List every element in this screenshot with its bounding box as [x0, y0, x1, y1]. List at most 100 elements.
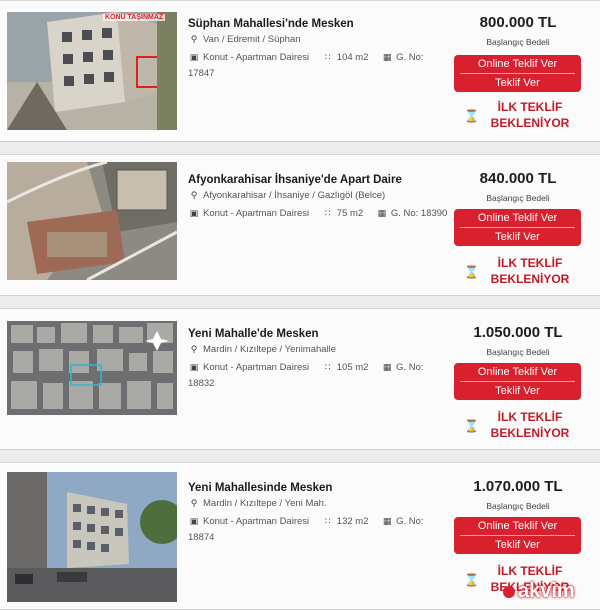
online-bid-button[interactable]: Online Teklif Ver Teklif Ver [454, 517, 581, 554]
area-text: 132 m2 [336, 516, 369, 527]
logo-dot-icon [503, 585, 515, 598]
listing-photo[interactable] [7, 321, 177, 415]
listing-details: ▣ Konut - Apartman Dairesi ∷ 104 m2 ▦ G. No… [188, 52, 424, 63]
listing-photo[interactable] [7, 472, 177, 602]
hourglass-icon: ⌛ [464, 419, 479, 433]
map-pin-icon: ⚲ [190, 190, 198, 200]
await-text: İLK TEKLİF BEKLENİYOR [482, 99, 578, 131]
area-text: 105 m2 [336, 362, 369, 373]
listing-list: KONU TAŞINMAZ Süphan Mahallesi'nde Meske… [0, 0, 600, 610]
gno-label: G. No: [396, 516, 424, 527]
location-text: Mardin / Kızıltepe / Yenimahalle [203, 344, 337, 355]
listing-price: 840.000 TL [479, 170, 557, 187]
listing-title[interactable]: Yeni Mahallesinde Mesken [188, 482, 448, 494]
listing-card[interactable]: Afyonkarahisar İhsaniye'de Apart Daire ⚲… [0, 154, 600, 296]
grid-icon: ▦ [382, 52, 392, 62]
online-bid-label: Online Teklif Ver [477, 520, 558, 532]
listing-price: 1.070.000 TL [473, 478, 563, 495]
listing-title[interactable]: Afyonkarahisar İhsaniye'de Apart Daire [188, 174, 448, 186]
await-line-1: İLK TEKLİF [497, 564, 563, 578]
grid-icon: ▦ [377, 208, 387, 218]
first-bid-awaited: ⌛ İLK TEKLİF BEKLENİYOR [460, 99, 578, 133]
price-label: Başlangıç Bedeli [486, 37, 550, 47]
first-bid-awaited: ⌛ İLK TEKLİF BEKLENİYOR [460, 409, 578, 443]
area-text: 104 m2 [336, 52, 369, 63]
category-text: Konut - Apartman Dairesi [203, 362, 310, 373]
online-bid-label: Online Teklif Ver [477, 212, 558, 224]
gno-value: 18832 [188, 378, 215, 389]
gno-value: 18874 [188, 532, 215, 543]
listing-details: ▣ Konut - Apartman Dairesi ∷ 105 m2 ▦ G. No… [188, 362, 424, 373]
gno-label: G. No: [396, 52, 424, 63]
await-line-1: İLK TEKLİF [497, 100, 563, 114]
await-line-2: BEKLENİYOR [490, 116, 570, 130]
listing-title[interactable]: Süphan Mahallesi'nde Mesken [188, 18, 448, 30]
location-text: Afyonkarahisar / İhsaniye / Gazlıgöl (Be… [203, 190, 386, 201]
hourglass-icon: ⌛ [464, 573, 479, 587]
map-pin-icon: ⚲ [190, 498, 198, 508]
listing-photo[interactable] [7, 162, 177, 280]
gno-value: 18390 [420, 208, 448, 219]
listing-photo[interactable]: KONU TAŞINMAZ [7, 12, 177, 130]
listing-location: ⚲ Mardin / Kızıltepe / Yeni Mah. [188, 498, 327, 509]
listing-location: ⚲ Afyonkarahisar / İhsaniye / Gazlıgöl (B… [188, 190, 385, 201]
area-icon: ∷ [324, 362, 331, 372]
map-pin-icon: ⚲ [190, 344, 198, 354]
await-line-1: İLK TEKLİF [497, 256, 563, 270]
listing-price: 800.000 TL [479, 14, 557, 31]
await-line-1: İLK TEKLİF [497, 410, 563, 424]
await-line-2: BEKLENİYOR [490, 426, 570, 440]
listing-location: ⚲ Van / Edremit / Süphan [188, 34, 301, 45]
listing-location: ⚲ Mardin / Kızıltepe / Yenimahalle [188, 344, 336, 355]
gno-label: G. No: [396, 362, 424, 373]
await-line-2: BEKLENİYOR [490, 272, 570, 286]
bid-label: Teklif Ver [495, 231, 540, 243]
listing-title[interactable]: Yeni Mahalle'de Mesken [188, 328, 448, 340]
location-text: Mardin / Kızıltepe / Yeni Mah. [203, 498, 327, 509]
aerial-photo [7, 321, 177, 415]
hourglass-icon: ⌛ [464, 109, 479, 123]
building-icon: ▣ [189, 208, 199, 218]
aerial-photo [7, 162, 177, 280]
listing-price: 1.050.000 TL [473, 324, 563, 341]
listing-details: ▣ Konut - Apartman Dairesi ∷ 132 m2 ▦ G. No… [188, 516, 424, 527]
photo-caption: KONU TAŞINMAZ [103, 14, 166, 21]
category-text: Konut - Apartman Dairesi [203, 52, 310, 63]
street-photo [7, 472, 177, 602]
grid-icon: ▦ [382, 362, 392, 372]
building-photo [7, 12, 177, 130]
bid-label: Teklif Ver [495, 539, 540, 551]
bid-label: Teklif Ver [495, 77, 540, 89]
online-bid-button[interactable]: Online Teklif Ver Teklif Ver [454, 209, 581, 246]
online-bid-button[interactable]: Online Teklif Ver Teklif Ver [454, 363, 581, 400]
map-pin-icon: ⚲ [190, 34, 198, 44]
building-icon: ▣ [189, 52, 199, 62]
area-icon: ∷ [324, 208, 331, 218]
watermark-text: akvim [518, 580, 575, 602]
category-text: Konut - Apartman Dairesi [203, 516, 310, 527]
area-icon: ∷ [324, 52, 331, 62]
listing-details: ▣ Konut - Apartman Dairesi ∷ 75 m2 ▦ G. No:… [188, 208, 448, 219]
listing-card[interactable]: Yeni Mahalle'de Mesken ⚲ Mardin / Kızılte… [0, 308, 600, 450]
price-label: Başlangıç Bedeli [486, 501, 550, 511]
hourglass-icon: ⌛ [464, 265, 479, 279]
price-label: Başlangıç Bedeli [486, 193, 550, 203]
online-bid-button[interactable]: Online Teklif Ver Teklif Ver [454, 55, 581, 92]
grid-icon: ▦ [382, 516, 392, 526]
area-icon: ∷ [324, 516, 331, 526]
building-icon: ▣ [189, 516, 199, 526]
gno-label: G. No: [390, 208, 419, 219]
location-text: Van / Edremit / Süphan [203, 34, 301, 45]
watermark-logo: akvim [503, 580, 598, 606]
price-label: Başlangıç Bedeli [486, 347, 550, 357]
await-text: İLK TEKLİF BEKLENİYOR [482, 409, 578, 441]
await-text: İLK TEKLİF BEKLENİYOR [482, 255, 578, 287]
area-text: 75 m2 [336, 208, 364, 219]
online-bid-label: Online Teklif Ver [477, 58, 558, 70]
online-bid-label: Online Teklif Ver [477, 366, 558, 378]
category-text: Konut - Apartman Dairesi [203, 208, 310, 219]
gno-value: 17847 [188, 68, 215, 79]
building-icon: ▣ [189, 362, 199, 372]
bid-label: Teklif Ver [495, 385, 540, 397]
listing-card[interactable]: KONU TAŞINMAZ Süphan Mahallesi'nde Meske… [0, 0, 600, 142]
